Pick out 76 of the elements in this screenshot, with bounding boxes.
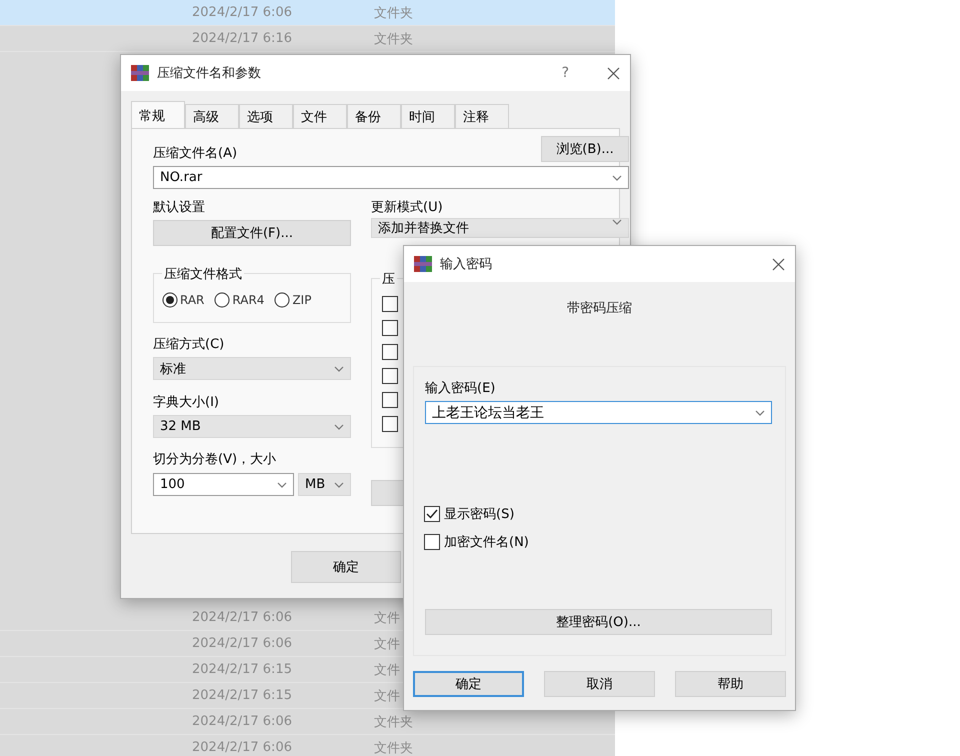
dialog-button[interactable]: 帮助 bbox=[675, 671, 786, 697]
tab[interactable]: 常规 bbox=[131, 101, 185, 129]
ok-button[interactable]: 确定 bbox=[291, 551, 401, 583]
radio-button[interactable] bbox=[162, 292, 178, 308]
profiles-button[interactable]: 配置文件(F)... bbox=[153, 220, 351, 246]
books-icon bbox=[414, 256, 432, 272]
update-mode-dropdown[interactable]: 添加并替换文件 bbox=[371, 218, 629, 238]
checkbox[interactable] bbox=[382, 416, 398, 432]
date-text: 2024/2/17 6:06 bbox=[192, 636, 292, 651]
type-text: 文件夹 bbox=[374, 714, 413, 730]
tab[interactable]: 备份 bbox=[347, 104, 401, 129]
date-text: 2024/2/17 6:15 bbox=[192, 662, 292, 677]
type-text: 文件 bbox=[374, 662, 400, 678]
radio-button[interactable] bbox=[274, 292, 290, 308]
date-text: 2024/2/17 6:06 bbox=[192, 714, 292, 729]
type-text: 文件夹 bbox=[374, 30, 413, 48]
method-dropdown[interactable]: 标准 bbox=[153, 357, 351, 380]
archive-name-field[interactable]: NO.rar bbox=[153, 166, 629, 189]
checkbox[interactable] bbox=[382, 392, 398, 408]
chevron-icon bbox=[612, 219, 622, 225]
radio-label: ZIP bbox=[292, 293, 312, 307]
tab[interactable]: 注释 bbox=[455, 104, 509, 129]
type-text: 文件 bbox=[374, 636, 400, 652]
field-label: 默认设置 bbox=[153, 199, 206, 216]
type-text: 文件夹 bbox=[374, 740, 413, 756]
type-text: 文件 bbox=[374, 688, 400, 704]
date-text: 2024/2/17 6:06 bbox=[192, 610, 292, 625]
tab[interactable]: 选项 bbox=[239, 104, 293, 129]
field-label: 字典大小(I) bbox=[153, 394, 220, 411]
unit-dropdown[interactable]: MB bbox=[298, 473, 351, 496]
field-label: 压缩文件名(A) bbox=[153, 145, 238, 162]
tab[interactable]: 文件 bbox=[293, 104, 347, 129]
chevron-icon bbox=[334, 482, 344, 488]
type-text: 文件 bbox=[374, 610, 400, 626]
radio-label: RAR4 bbox=[232, 293, 264, 307]
chevron-icon bbox=[277, 482, 287, 488]
field-label: 切分为分卷(V)，大小 bbox=[153, 451, 278, 468]
checkbox-label: 加密文件名(N) bbox=[444, 534, 529, 551]
checkbox[interactable] bbox=[382, 296, 398, 312]
field-label: 更新模式(U) bbox=[371, 199, 444, 216]
password-field[interactable]: 上老王论坛当老王 bbox=[425, 401, 772, 424]
checkbox-label: 显示密码(S) bbox=[444, 506, 514, 523]
date-text: 2024/2/17 6:16 bbox=[192, 31, 292, 46]
checkbox[interactable] bbox=[382, 320, 398, 336]
date-text: 2024/2/17 6:06 bbox=[192, 740, 292, 755]
help-button[interactable]: ? bbox=[562, 65, 569, 81]
tab[interactable]: 时间 bbox=[401, 104, 455, 129]
organize-passwords-button[interactable]: 整理密码(O)... bbox=[425, 609, 772, 635]
window-title: 压缩文件名和参数 bbox=[157, 65, 262, 82]
checkbox[interactable] bbox=[424, 534, 440, 550]
close-icon[interactable] bbox=[607, 66, 620, 80]
date-text: 2024/2/17 6:15 bbox=[192, 688, 292, 703]
checkbox[interactable] bbox=[382, 368, 398, 384]
chevron-icon bbox=[755, 410, 765, 416]
field-label: 压缩方式(C) bbox=[153, 336, 226, 353]
radio-label: RAR bbox=[180, 293, 204, 307]
dialog-heading: 带密码压缩 bbox=[567, 300, 632, 317]
checkbox[interactable] bbox=[382, 344, 398, 360]
dialog-button[interactable]: 确定 bbox=[413, 671, 524, 697]
field-label: 输入密码(E) bbox=[425, 380, 496, 397]
tab[interactable]: 高级 bbox=[185, 104, 239, 129]
browse-button[interactable]: 浏览(B)... bbox=[541, 136, 629, 162]
radio-button[interactable] bbox=[214, 292, 230, 308]
group-title: 压缩文件格式 bbox=[162, 265, 244, 283]
window-title: 输入密码 bbox=[440, 256, 493, 273]
books-icon bbox=[131, 65, 149, 81]
chevron-icon bbox=[334, 366, 344, 372]
chevron-icon bbox=[334, 424, 344, 430]
checkbox[interactable] bbox=[424, 506, 440, 522]
dictionary-dropdown[interactable]: 32 MB bbox=[153, 415, 351, 438]
chevron-icon bbox=[612, 174, 622, 180]
close-icon[interactable] bbox=[772, 258, 785, 270]
date-text: 2024/2/17 6:06 bbox=[192, 5, 292, 20]
type-text: 文件夹 bbox=[374, 4, 413, 22]
split-size-field[interactable]: 100 bbox=[153, 473, 294, 496]
dialog-button[interactable]: 取消 bbox=[544, 671, 655, 697]
